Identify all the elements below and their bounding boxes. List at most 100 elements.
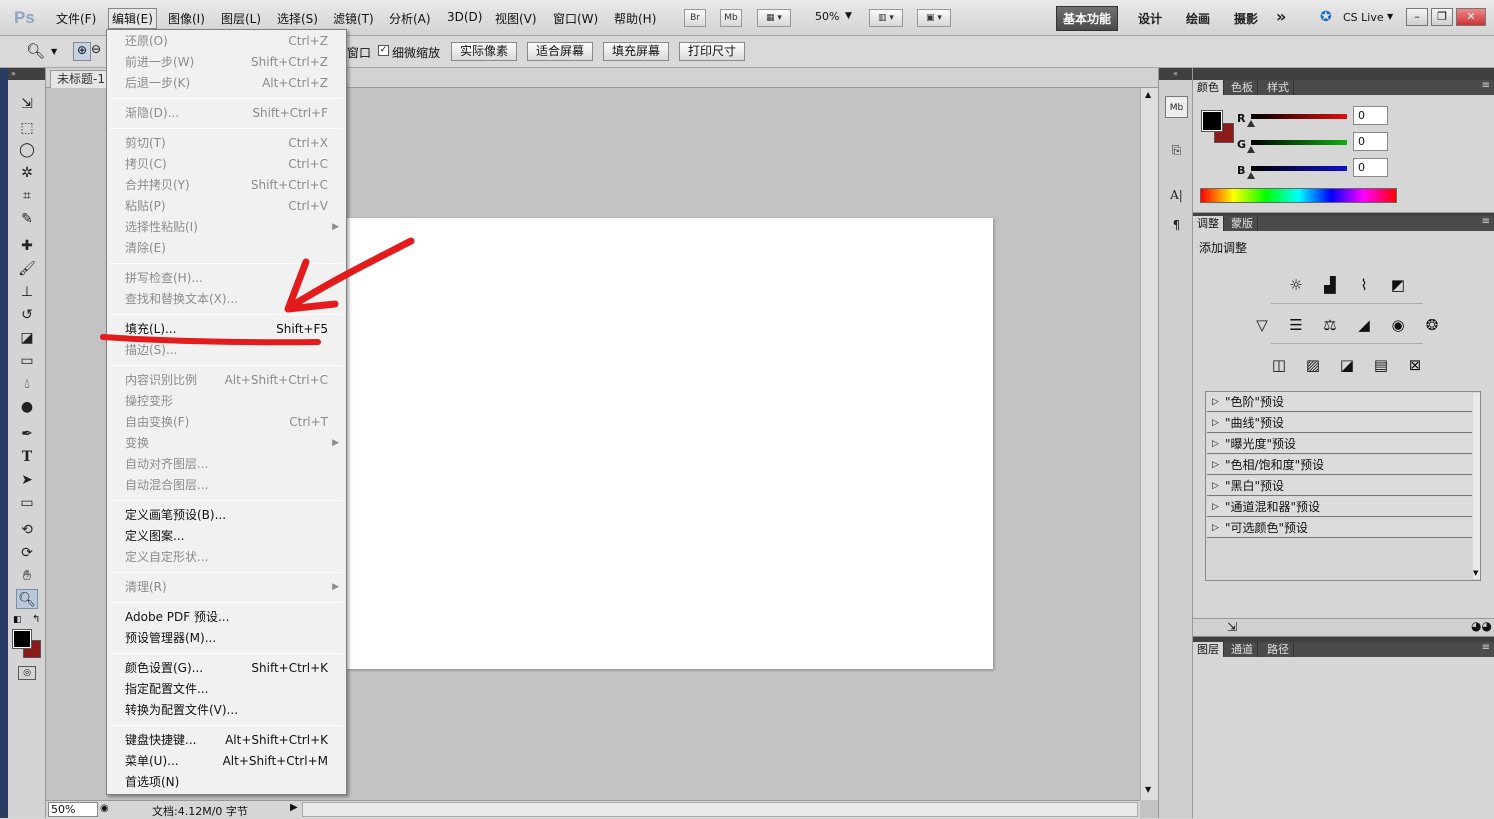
threshold-icon[interactable]: ◪ (1335, 354, 1359, 376)
menu-view[interactable]: 视图(V) (492, 9, 540, 28)
bridge-button[interactable]: Br (684, 9, 706, 27)
edit-menu-item[interactable]: 填充(L)... Shift+F5 (108, 319, 345, 340)
vertical-scrollbar[interactable]: ▲ ▼ (1140, 88, 1158, 800)
workspace-painting[interactable]: 绘画 (1186, 10, 1210, 27)
zoom-tool-preset-icon[interactable]: 🔍︎ (26, 42, 45, 60)
tab-color[interactable]: 颜色 (1193, 80, 1224, 95)
preset-item[interactable]: ▷ "曝光度"预设 (1207, 434, 1472, 454)
edit-menu-item[interactable]: 颜色设置(G)... Shift+Ctrl+K (108, 658, 345, 679)
channel-b-thumb[interactable] (1247, 172, 1255, 179)
fit-screen-button[interactable]: 适合屏幕 (527, 42, 594, 61)
tab-paths[interactable]: 路径 (1263, 642, 1294, 657)
zoom-field[interactable]: 50% (48, 802, 98, 817)
menu-edit[interactable]: 编辑(E) (108, 8, 157, 29)
edit-menu-item[interactable]: 菜单(U)... Alt+Shift+Ctrl+M (108, 751, 345, 772)
edit-menu-item[interactable]: 渐隐(D)... Shift+Ctrl+F (108, 103, 345, 124)
shape-tool-icon[interactable]: ▭ (16, 493, 38, 513)
edit-menu-item[interactable]: 清除(E) (108, 238, 345, 259)
edit-menu-item[interactable]: Adobe PDF 预设... (108, 607, 345, 628)
minimize-icon[interactable]: – (1406, 8, 1428, 26)
cs-live-menu[interactable]: CS Live (1340, 10, 1387, 25)
tab-layers[interactable]: 图层 (1193, 642, 1224, 657)
edit-menu-item[interactable]: 定义自定形状... (108, 547, 345, 568)
paragraph-panel-icon[interactable]: ¶ (1165, 214, 1188, 236)
gradient-tool-icon[interactable]: ▭ (16, 351, 38, 371)
edit-menu-item[interactable]: 预设管理器(M)... (108, 628, 345, 649)
history-brush-icon[interactable]: ↺ (16, 305, 38, 325)
return-to-list-icon[interactable]: ⇲ (1227, 620, 1237, 634)
cs-live-icon[interactable]: ✪ (1320, 9, 1332, 25)
character-panel-icon[interactable]: A| (1165, 184, 1188, 206)
hand-tool-icon[interactable]: ✋︎ (16, 566, 38, 586)
cs-live-dropdown-icon[interactable]: ▼ (1387, 12, 1393, 21)
gradient-map-icon[interactable]: ▤ (1369, 354, 1393, 376)
channel-b-slider[interactable] (1251, 166, 1347, 171)
edit-menu-item[interactable]: 查找和替换文本(X)... (108, 289, 345, 310)
edit-menu-item[interactable]: 自动对齐图层... (108, 454, 345, 475)
menu-analysis[interactable]: 分析(A) (386, 9, 434, 28)
lasso-tool-icon[interactable]: ◯ (16, 140, 38, 160)
channel-g-slider[interactable] (1251, 140, 1347, 145)
edit-menu-item[interactable]: 转换为配置文件(V)... (108, 700, 345, 721)
color-balance-icon[interactable]: ⚖︎ (1318, 314, 1342, 336)
layers-panel-menu-icon[interactable]: ≡ (1482, 642, 1490, 653)
healing-brush-icon[interactable]: ✚ (16, 236, 38, 256)
menu-file[interactable]: 文件(F) (53, 9, 99, 28)
expand-arrow-icon[interactable]: ▷ (1212, 497, 1219, 517)
edit-menu-item[interactable]: 拼写检查(H)... (108, 268, 345, 289)
edit-menu-item[interactable]: 定义画笔预设(B)... (108, 505, 345, 526)
quick-mask-icon[interactable]: ◎ (18, 666, 36, 680)
panel-foreground-swatch[interactable] (1201, 110, 1223, 132)
close-icon[interactable]: ✕ (1456, 8, 1486, 26)
horizontal-scrollbar[interactable] (302, 802, 1138, 817)
edit-menu-item[interactable]: 操控变形 (108, 391, 345, 412)
edit-menu-item[interactable]: 变换 ▶ (108, 433, 345, 454)
fill-screen-button[interactable]: 填充屏幕 (603, 42, 670, 61)
zoom-in-icon[interactable]: ⊕ (73, 42, 91, 61)
document-tab[interactable]: 未标题-1 (50, 70, 112, 88)
scroll-down-icon[interactable]: ▼ (1145, 785, 1151, 794)
3d-rotate-tool-icon[interactable]: ⟲ (16, 520, 38, 540)
menu-layer[interactable]: 图层(L) (218, 9, 264, 28)
preset-item[interactable]: ▷ "可选颜色"预设 (1207, 518, 1472, 538)
preset-item[interactable]: ▷ "黑白"预设 (1207, 476, 1472, 496)
edit-menu-item[interactable]: 选择性粘贴(I) ▶ (108, 217, 345, 238)
channel-b-input[interactable]: 0 (1353, 158, 1388, 177)
expand-arrow-icon[interactable]: ▷ (1212, 413, 1219, 433)
swap-colors-icon[interactable]: ↰ (32, 614, 40, 625)
expand-arrow-icon[interactable]: ▷ (1212, 476, 1219, 496)
tab-channels[interactable]: 通道 (1227, 642, 1258, 657)
invert-icon[interactable]: ◫ (1267, 354, 1291, 376)
edit-menu-item[interactable]: 合并拷贝(Y) Shift+Ctrl+C (108, 175, 345, 196)
menu-image[interactable]: 图像(I) (165, 9, 208, 28)
channel-mixer-icon[interactable]: ❂ (1420, 314, 1444, 336)
blur-tool-icon[interactable]: 💧︎ (16, 374, 38, 394)
3d-orbit-tool-icon[interactable]: ⟳ (16, 543, 38, 563)
edit-menu-item[interactable]: 内容识别比例 Alt+Shift+Ctrl+C (108, 370, 345, 391)
tab-swatches[interactable]: 色板 (1227, 80, 1258, 95)
channel-r-input[interactable]: 0 (1353, 106, 1388, 125)
expand-arrow-icon[interactable]: ▷ (1212, 392, 1219, 412)
expand-arrow-icon[interactable]: ▷ (1212, 434, 1219, 454)
channel-r-thumb[interactable] (1247, 120, 1255, 127)
tab-adjustments[interactable]: 调整 (1193, 216, 1224, 231)
channel-g-thumb[interactable] (1247, 146, 1255, 153)
curves-icon[interactable]: ⌇ (1352, 274, 1376, 296)
preset-item[interactable]: ▷ "色阶"预设 (1207, 392, 1472, 412)
tab-styles[interactable]: 样式 (1263, 80, 1294, 95)
posterize-icon[interactable]: ▨ (1301, 354, 1325, 376)
edit-menu-item[interactable]: 首选项(N) (108, 772, 345, 793)
tab-masks[interactable]: 蒙版 (1227, 216, 1258, 231)
edit-menu-item[interactable]: 自动混合图层... (108, 475, 345, 496)
selective-color-icon[interactable]: ⊠ (1403, 354, 1427, 376)
edit-menu-item[interactable]: 指定配置文件... (108, 679, 345, 700)
screen-mode-icon[interactable]: ▣ ▾ (917, 9, 951, 27)
edit-menu-item[interactable]: 后退一步(K) Alt+Ctrl+Z (108, 73, 345, 94)
preset-item[interactable]: ▷ "曲线"预设 (1207, 413, 1472, 433)
exposure-icon[interactable]: ◩ (1386, 274, 1410, 296)
quick-select-tool-icon[interactable]: ✲ (16, 163, 38, 183)
arrange-documents-icon[interactable]: ▥ ▾ (869, 9, 903, 27)
expand-arrow-icon[interactable]: ▷ (1212, 518, 1219, 538)
edit-menu-item[interactable]: 自由变换(F) Ctrl+T (108, 412, 345, 433)
zoom-out-icon[interactable]: ⊖ (91, 42, 105, 61)
